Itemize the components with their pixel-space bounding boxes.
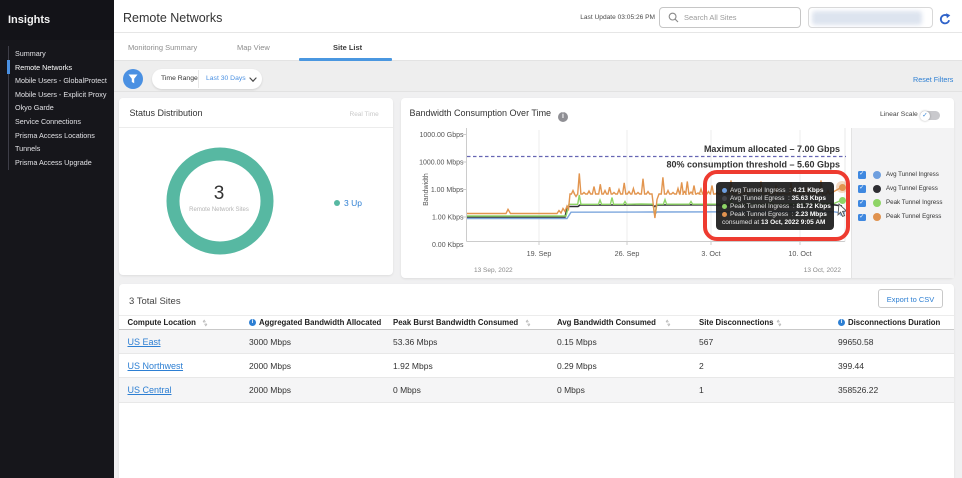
svg-text:19. Sep: 19. Sep [527, 249, 552, 258]
svg-text:10. Oct: 10. Oct [788, 249, 811, 258]
svg-text:13 Oct, 2022: 13 Oct, 2022 [804, 267, 842, 274]
svg-text:1000.00 Gbps: 1000.00 Gbps [420, 132, 464, 139]
svg-text:Maximum allocated – 7.00 Gbps: Maximum allocated – 7.00 Gbps [704, 144, 840, 154]
svg-text:Bandwidth: Bandwidth [423, 173, 430, 206]
svg-text:26. Sep: 26. Sep [615, 249, 640, 258]
svg-text:3. Oct: 3. Oct [701, 249, 720, 258]
svg-text:1000.00 Mbps: 1000.00 Mbps [419, 160, 464, 167]
svg-text:1.00 Mbps: 1.00 Mbps [431, 187, 464, 194]
svg-text:1.00 Kbps: 1.00 Kbps [432, 215, 464, 222]
svg-text:13 Sep, 2022: 13 Sep, 2022 [474, 267, 513, 274]
svg-text:0.00 Kbps: 0.00 Kbps [432, 242, 464, 249]
svg-text:80% consumption threshold – 5.: 80% consumption threshold – 5.60 Gbps [666, 160, 840, 170]
